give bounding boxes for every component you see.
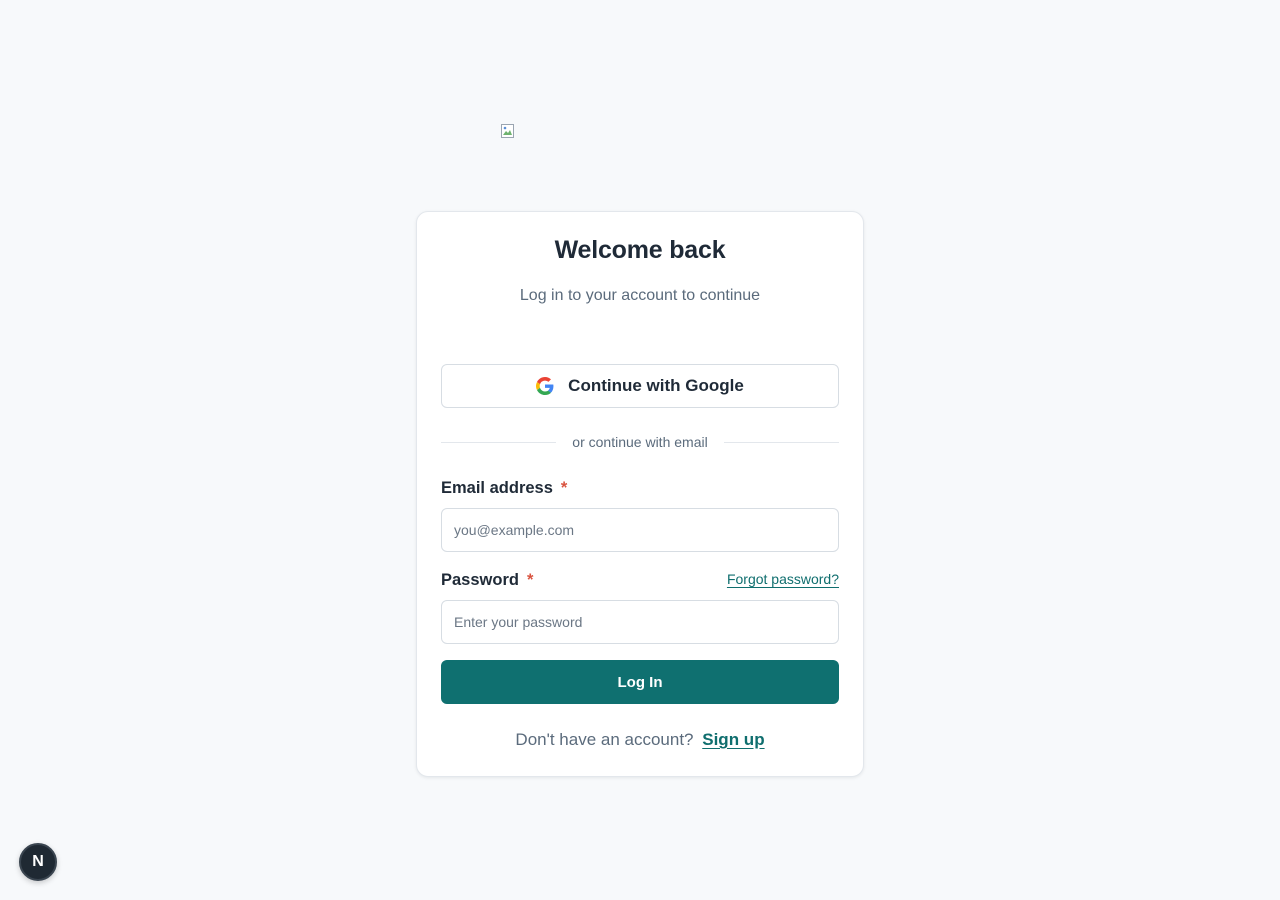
google-icon [536,377,554,395]
divider-text: or continue with email [572,434,708,450]
login-page: Welcome back Log in to your account to c… [0,0,1280,900]
google-button-label: Continue with Google [568,376,744,395]
forgot-password-link[interactable]: Forgot password? [727,571,839,587]
dev-badge-label: N [32,853,44,870]
login-button[interactable]: Log In [441,660,839,704]
divider: or continue with email [441,433,839,451]
email-label: Email address * [441,479,567,498]
signup-prompt: Don't have an account? [515,730,694,749]
password-field[interactable] [441,600,839,644]
google-login-button[interactable]: Continue with Google [441,364,839,408]
signup-row: Don't have an account? Sign up [417,730,863,750]
broken-image-icon [500,123,516,139]
login-card: Welcome back Log in to your account to c… [416,211,864,777]
email-field[interactable] [441,508,839,552]
page-title: Welcome back [554,236,726,264]
password-label-text: Password [441,571,519,589]
password-required-mark: * [526,571,534,589]
signup-link[interactable]: Sign up [702,730,764,749]
divider-line-right [723,441,839,443]
email-label-text: Email address [441,479,553,497]
divider-line-left [441,441,557,443]
dev-tools-badge[interactable]: N [19,843,57,881]
page-subtitle: Log in to your account to continue [519,287,761,304]
email-required-mark: * [560,479,568,497]
password-label: Password * [441,571,533,590]
